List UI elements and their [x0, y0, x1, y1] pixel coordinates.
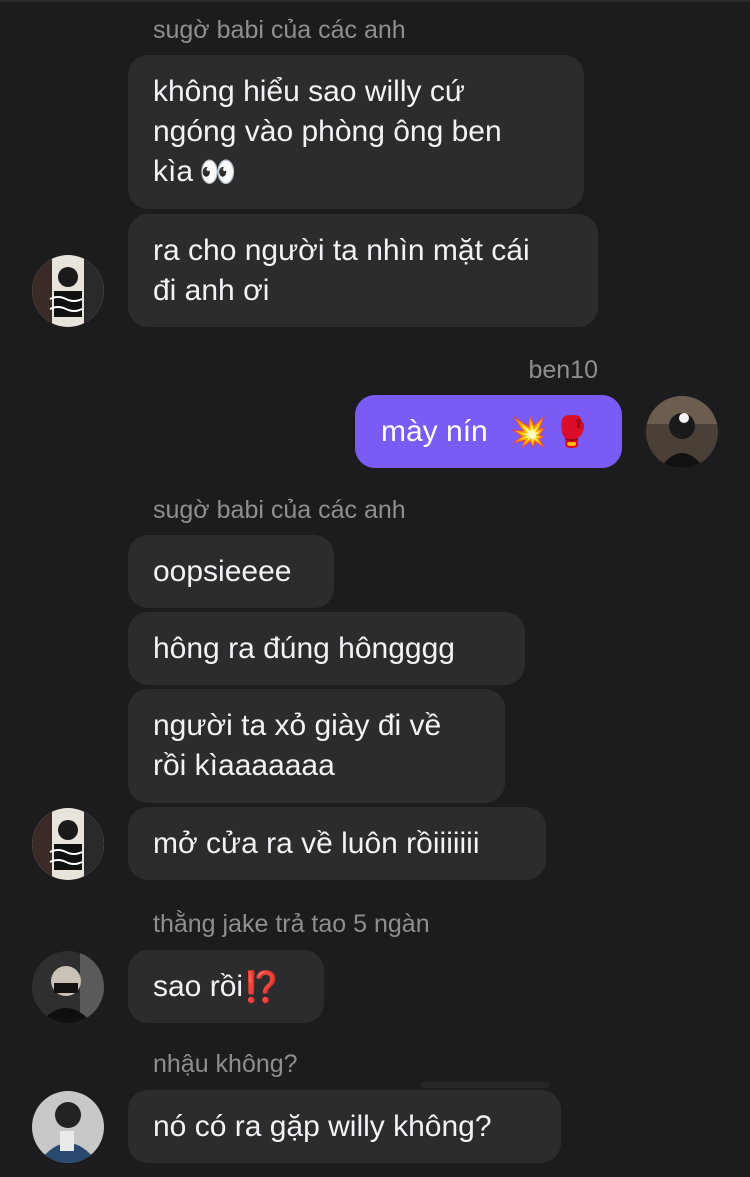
message-text: mở cửa ra về luôn rồiiiiiii — [153, 827, 480, 860]
collision-icon: 💥 — [510, 416, 548, 450]
message-text: hông ra đúng hôngggg — [153, 632, 455, 665]
avatar[interactable] — [32, 808, 104, 880]
message-bubble[interactable]: sao rồi⁉️ — [128, 950, 324, 1023]
sender-name: sugờ babi của các anh — [153, 16, 406, 44]
avatar-image — [32, 1091, 104, 1163]
faded-text-artifact — [420, 1082, 550, 1088]
sender-name: ben10 — [528, 356, 598, 384]
avatar-image — [32, 808, 104, 880]
message-text: người ta xỏ giày đi về rồi kìaaaaaaa — [153, 709, 442, 782]
message-bubble[interactable]: ra cho người ta nhìn mặt cái đi anh ơi — [128, 214, 598, 327]
avatar-image — [32, 951, 104, 1023]
message-bubble[interactable]: người ta xỏ giày đi về rồi kìaaaaaaa — [128, 689, 505, 803]
message-bubble[interactable]: mở cửa ra về luôn rồiiiiiii — [128, 807, 546, 880]
my-avatar[interactable] — [646, 396, 718, 468]
sender-name: sugờ babi của các anh — [153, 496, 406, 524]
sender-name: thằng jake trả tao 5 ngàn — [153, 910, 430, 938]
boxing-glove-icon: 🥊 — [553, 416, 591, 450]
message-bubble[interactable]: hông ra đúng hôngggg — [128, 612, 525, 685]
message-bubble[interactable]: không hiểu sao willy cứ ngóng vào phòng … — [128, 55, 584, 209]
message-text: oopsieeee — [153, 555, 292, 588]
exclamation-question-icon: ⁉️ — [243, 971, 281, 1005]
avatar-image — [646, 396, 718, 468]
sender-name: nhậu không? — [153, 1050, 298, 1078]
message-text: mày nín — [381, 415, 488, 448]
top-divider — [0, 0, 750, 2]
message-text: nó có ra gặp willy không? — [153, 1110, 492, 1143]
message-text: sao rồi — [153, 970, 244, 1003]
my-message-bubble[interactable]: mày nín 💥 🥊 — [355, 395, 622, 468]
message-text: ra cho người ta nhìn mặt cái đi anh ơi — [153, 234, 530, 307]
eyes-icon: 👀 — [199, 156, 237, 190]
avatar[interactable] — [32, 255, 104, 327]
message-bubble[interactable]: oopsieeee — [128, 535, 334, 608]
message-bubble[interactable]: nó có ra gặp willy không? — [128, 1090, 561, 1163]
avatar[interactable] — [32, 951, 104, 1023]
avatar-image — [32, 255, 104, 327]
avatar[interactable] — [32, 1091, 104, 1163]
